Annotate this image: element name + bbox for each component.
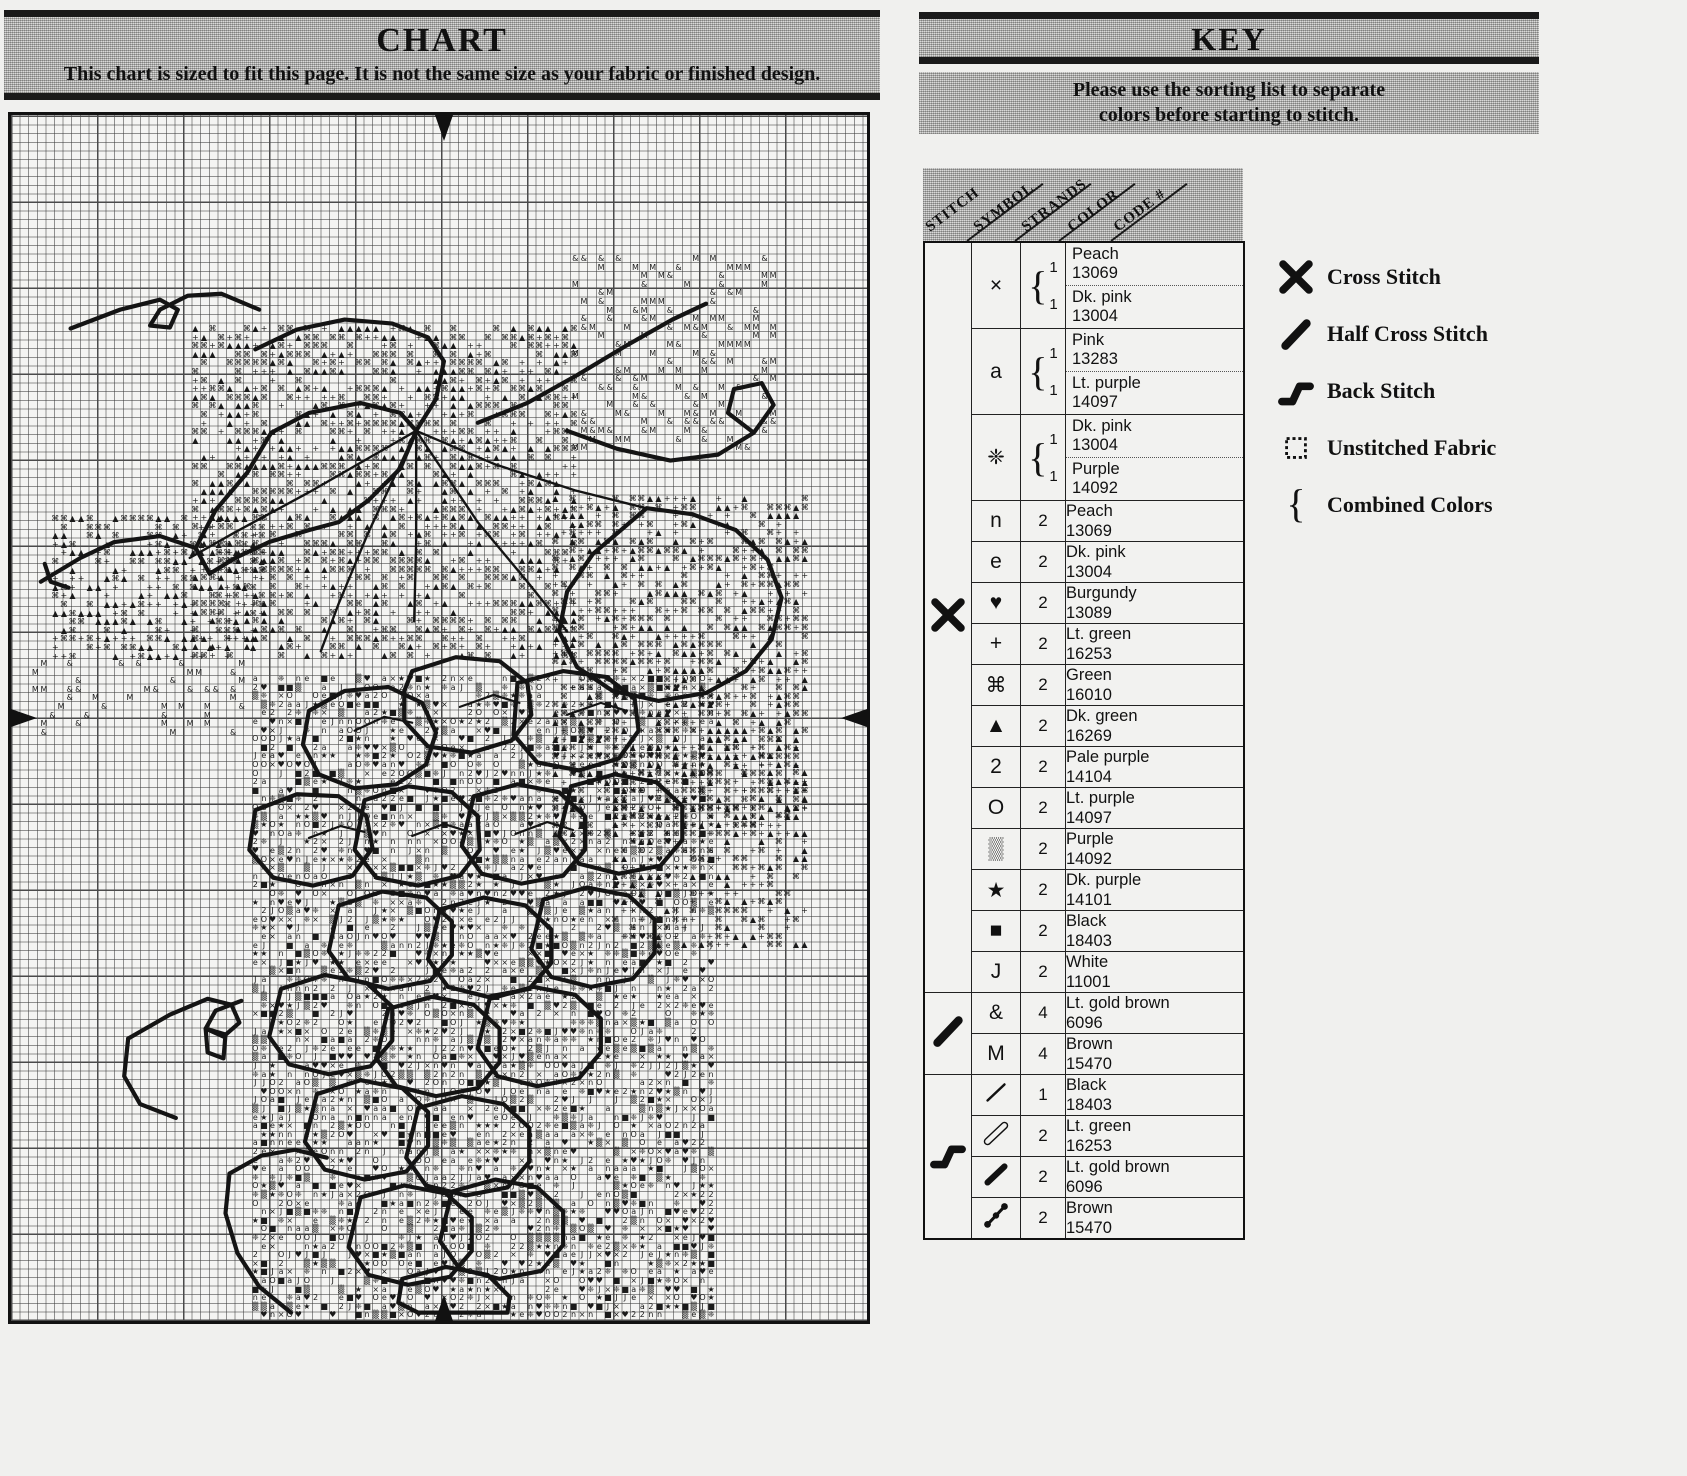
chart-title: CHART: [4, 19, 880, 63]
chart-header-band: CHART This chart is sized to fit this pa…: [4, 10, 880, 100]
chart-grid-container[interactable]: & & & & M M & M M M & M M M M M & & M M M & M & M & M & & M M & M M M & M & M &…: [8, 112, 870, 1324]
chart-subtitle: This chart is sized to fit this page. It…: [4, 63, 880, 85]
chart-panel: CHART This chart is sized to fit this pa…: [0, 0, 890, 1476]
